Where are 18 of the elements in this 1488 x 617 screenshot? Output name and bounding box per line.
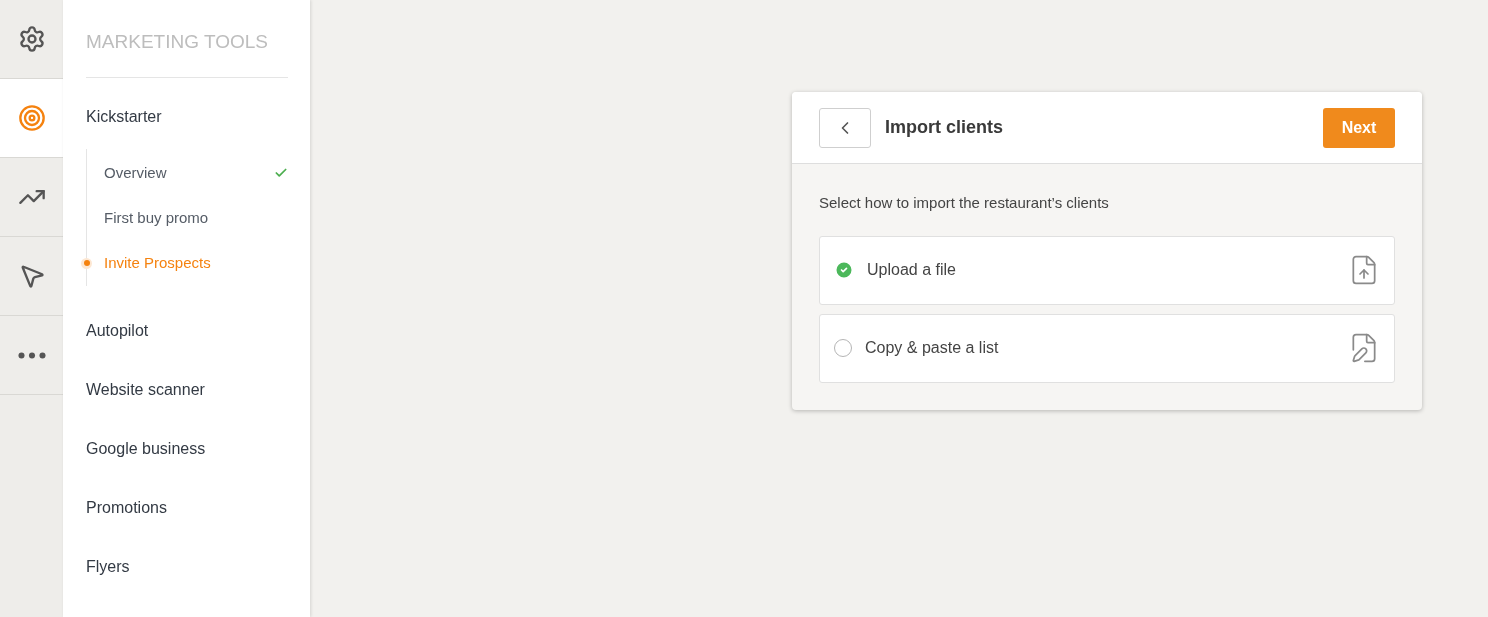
card-title: Import clients [885,116,1005,139]
import-option[interactable]: Upload a file [819,235,1395,305]
sidebar-item[interactable]: Autopilot [86,311,288,351]
sidebar-item[interactable]: Promotions [86,488,288,528]
more-icon [17,351,46,359]
sidebar-item[interactable]: Flyers [86,547,288,587]
prompt-text: Select how to import the restaurant’s clients [819,193,1110,213]
option-label: Copy & paste a list [865,338,1000,358]
sidebar-item[interactable]: Kickstarter [86,97,288,137]
option-label: Upload a file [867,260,957,280]
back-button[interactable] [819,107,871,148]
sidebar-subitem[interactable]: First buy promo [104,206,288,230]
sidebar-subitem[interactable]: Overview [104,161,274,185]
sidebar-item[interactable]: Website scanner [86,370,288,410]
import-option[interactable]: Copy & paste a list [819,313,1395,383]
target-icon [17,104,46,132]
sidebar-item[interactable]: Google business [86,429,288,469]
sidebar-title: MARKETING TOOLS [86,28,288,78]
